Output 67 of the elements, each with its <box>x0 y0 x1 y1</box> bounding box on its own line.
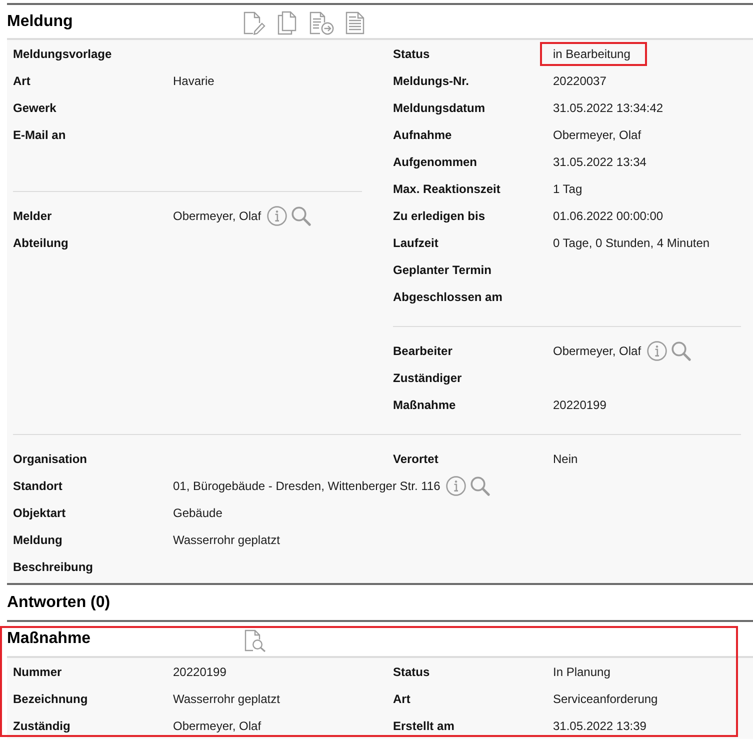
field-label: Status <box>393 664 430 678</box>
field-label: Meldungsdatum <box>393 100 485 114</box>
section-title: Meldung <box>7 12 73 30</box>
search-icon[interactable] <box>291 206 312 226</box>
field-label: Gewerk <box>13 100 56 114</box>
field-value: Havarie <box>173 72 214 90</box>
field-label: Meldungs-Nr. <box>393 74 470 88</box>
field-label: Standort <box>13 478 62 492</box>
field-label: Erstellt am <box>393 718 454 732</box>
document-lines-icon[interactable] <box>345 11 365 35</box>
field-label: Aufgenommen <box>393 154 477 168</box>
field-value: Wasserrohr geplatzt <box>173 532 280 548</box>
field-label: Organisation <box>13 452 88 466</box>
info-icon[interactable] <box>446 476 466 496</box>
field-value: Obermeyer, Olaf <box>553 342 642 360</box>
field-label: Abgeschlossen am <box>393 290 502 304</box>
field-value: 20220199 <box>553 396 606 414</box>
field-label: Verortet <box>393 452 438 466</box>
field-label: Meldung <box>13 532 62 546</box>
field-value: In Planung <box>553 664 610 680</box>
field-value: 31.05.2022 13:34:42 <box>553 100 664 116</box>
field-label: Max. Reaktionszeit <box>393 182 500 196</box>
field-value: Obermeyer, Olaf <box>553 126 642 144</box>
section-title: Maßnahme <box>7 630 91 647</box>
search-icon[interactable] <box>671 340 692 360</box>
field-value: Wasserrohr geplatzt <box>173 690 280 708</box>
field-value: in Bearbeitung <box>540 42 648 66</box>
document-search-icon[interactable] <box>243 629 266 652</box>
field-label: E-Mail an <box>13 128 66 142</box>
field-label: Objektart <box>13 506 66 520</box>
document-arrow-icon[interactable] <box>308 11 334 35</box>
field-value: Serviceanforderung <box>553 690 658 708</box>
field-label: Maßnahme <box>393 398 456 412</box>
field-label: Zuständig <box>13 718 70 732</box>
search-icon[interactable] <box>470 476 490 496</box>
info-icon[interactable] <box>267 206 288 226</box>
field-label: Bezeichnung <box>13 692 88 706</box>
field-label: Beschreibung <box>13 560 94 574</box>
field-label: Geplanter Termin <box>393 262 492 276</box>
field-value: 1 Tag <box>553 180 582 198</box>
field-label: Zu erledigen bis <box>393 208 486 222</box>
field-value: Obermeyer, Olaf <box>173 208 262 224</box>
field-value: Obermeyer, Olaf <box>173 718 262 734</box>
field-label: Zuständiger <box>393 370 462 384</box>
field-label: Art <box>13 74 30 88</box>
info-icon[interactable] <box>647 340 668 360</box>
copy-document-icon[interactable] <box>277 11 297 35</box>
field-value: 01, Bürogebäude - Dresden, Wittenberger Str. 116 <box>173 478 440 494</box>
section-title: Antworten (0) <box>7 592 110 612</box>
field-label: Meldungsvorlage <box>13 46 112 60</box>
field-value: 31.05.2022 13:34 <box>553 154 646 170</box>
field-value: 01.06.2022 00:00:00 <box>553 208 664 224</box>
field-label: Status <box>393 46 430 60</box>
field-label: Nummer <box>13 664 62 678</box>
field-value: 0 Tage, 0 Stunden, 4 Minuten <box>553 234 710 252</box>
field-label: Melder <box>13 208 52 222</box>
field-label: Bearbeiter <box>393 344 452 358</box>
field-value: 20220037 <box>553 72 606 90</box>
field-label: Abteilung <box>13 236 68 250</box>
field-label: Art <box>393 692 410 706</box>
field-label: Laufzeit <box>393 236 438 250</box>
field-value: 31.05.2022 13:39 <box>553 718 646 734</box>
field-value: Nein <box>553 450 578 468</box>
field-value: Gebäude <box>173 504 222 522</box>
field-label: Aufnahme <box>393 128 452 142</box>
edit-document-icon[interactable] <box>242 11 266 35</box>
field-value: 20220199 <box>173 664 226 680</box>
